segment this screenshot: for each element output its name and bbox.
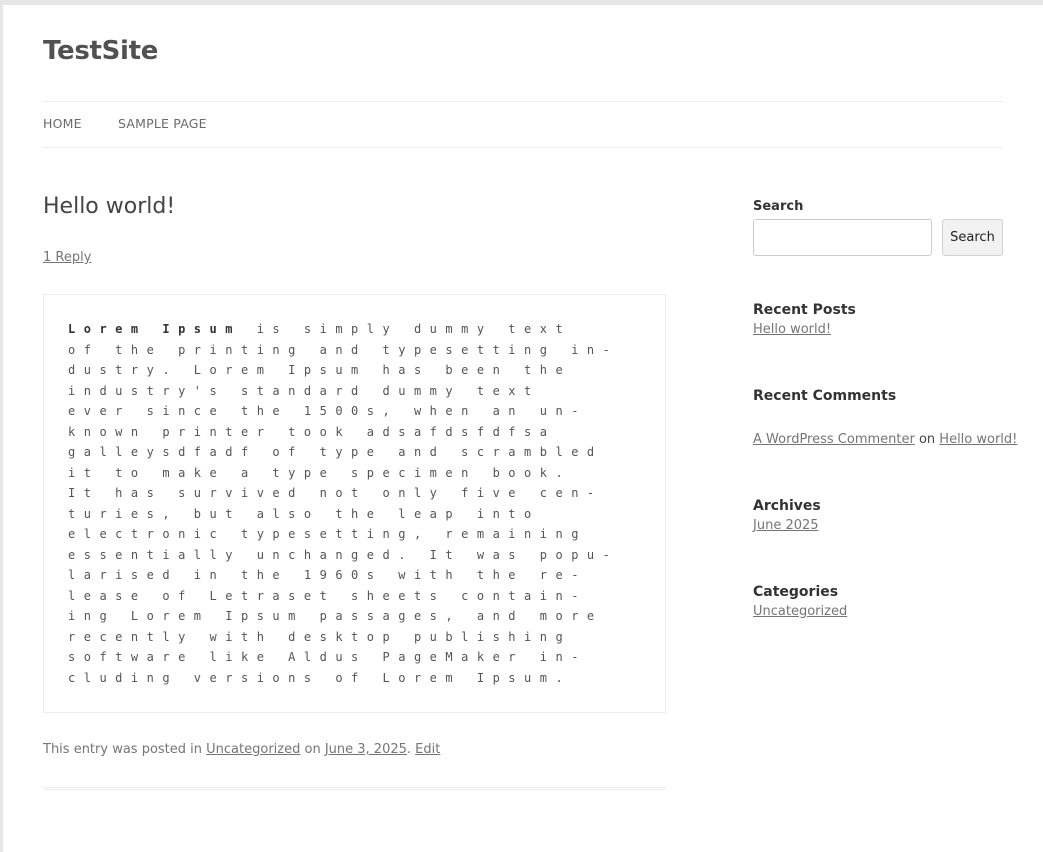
entry-meta-on: on [300,742,325,757]
code-line: it to make a type specimen book. [68,466,571,480]
edit-link[interactable]: Edit [415,742,440,757]
nav-item-sample-page[interactable]: SAMPLE PAGE [118,116,207,131]
code-line-text: electronic typesetting, remaining [68,527,587,541]
code-line: cluding versions of Lorem Ipsum. [68,671,571,685]
code-line-text: it to make a type specimen book. [68,465,572,480]
entry-meta-prefix: This entry was posted in [43,742,207,757]
code-line: known printer took adsafdsfdfsa [68,425,555,439]
recent-post-link[interactable]: Hello world! [753,322,831,337]
code-block: Lorem Ipsum is simply dummy text of the p… [43,294,666,713]
code-line: lease of Letraset sheets contain- [68,589,587,603]
recent-posts-title: Recent Posts [753,302,856,318]
archive-link[interactable]: June 2025 [753,518,819,533]
comment-on-text: on [914,432,940,447]
code-line: of the printing and typesetting in- [68,343,618,357]
code-line: software like Aldus PageMaker in- [68,650,587,664]
code-line-text: lease of Letraset sheets contain- [68,588,587,603]
nav-item-home[interactable]: HOME [43,116,82,131]
code-line: ing Lorem Ipsum passages, and more [68,609,603,623]
category-link[interactable]: Uncategorized [206,742,300,757]
code-line: galleysdfadf of type and scrambled [68,445,603,459]
code-line: Lorem Ipsum is simply dummy text [68,322,571,336]
code-line-text: ever since the 1500s, when an un- [68,404,587,418]
code-line: dustry. Lorem Ipsum has been the [68,363,571,377]
code-line-bold: Lorem Ipsum [68,322,241,336]
site-title[interactable]: TestSite [43,36,158,66]
comment-author-link[interactable]: A WordPress Commenter [753,432,915,447]
code-line: recently with desktop publishing [68,630,571,644]
code-line-text: industry's standard dummy text [68,383,540,398]
date-link[interactable]: June 3, 2025 [325,742,407,757]
code-line-text: larised in the 1960s with the re- [68,568,587,582]
category-widget-link[interactable]: Uncategorized [753,604,847,619]
code-line-text: cluding versions of Lorem Ipsum. [68,670,572,685]
post-divider [43,787,666,790]
page: TestSite HOME SAMPLE PAGE Hello world! 1… [3,5,1043,852]
entry-meta: This entry was posted in Uncategorized o… [43,742,440,757]
code-line-text: dustry. Lorem Ipsum has been the [68,363,572,377]
code-line-text: turies, but also the leap into [68,506,540,521]
code-line-text: galleysdfadf of type and scrambled [68,445,603,459]
code-line: It has survived not only five cen- [68,486,603,500]
comment-post-link[interactable]: Hello world! [939,432,1017,447]
search-label: Search [753,199,804,214]
code-line: essentially unchanged. It was popu- [68,548,618,562]
reply-link[interactable]: 1 Reply [43,250,91,265]
code-line: turies, but also the leap into [68,507,540,521]
code-line: electronic typesetting, remaining [68,527,587,541]
code-line-text: known printer took adsafdsfdfsa [68,424,556,439]
recent-comment-item: A WordPress Commenter on Hello world! [753,432,1017,447]
categories-title: Categories [753,584,839,600]
code-line-text: essentially unchanged. It was popu- [68,547,619,562]
recent-comments-title: Recent Comments [753,388,897,404]
code-line-text: recently with desktop publishing [68,629,572,644]
code-line-text: of the printing and typesetting in- [68,342,619,357]
code-line-text: It has survived not only five cen- [68,486,603,500]
code-line-text: is simply dummy text [240,322,572,336]
code-line: industry's standard dummy text [68,384,540,398]
post-title[interactable]: Hello world! [43,194,175,219]
entry-meta-sep: . [406,742,416,757]
archives-title: Archives [753,498,821,514]
code-line-text: software like Aldus PageMaker in- [68,650,587,664]
code-line: larised in the 1960s with the re- [68,568,587,582]
search-input[interactable] [753,219,932,256]
code-line: ever since the 1500s, when an un- [68,404,587,418]
code-line-text: ing Lorem Ipsum passages, and more [68,609,603,623]
main-navigation: HOME SAMPLE PAGE [43,101,1003,148]
search-button[interactable]: Search [942,219,1003,256]
